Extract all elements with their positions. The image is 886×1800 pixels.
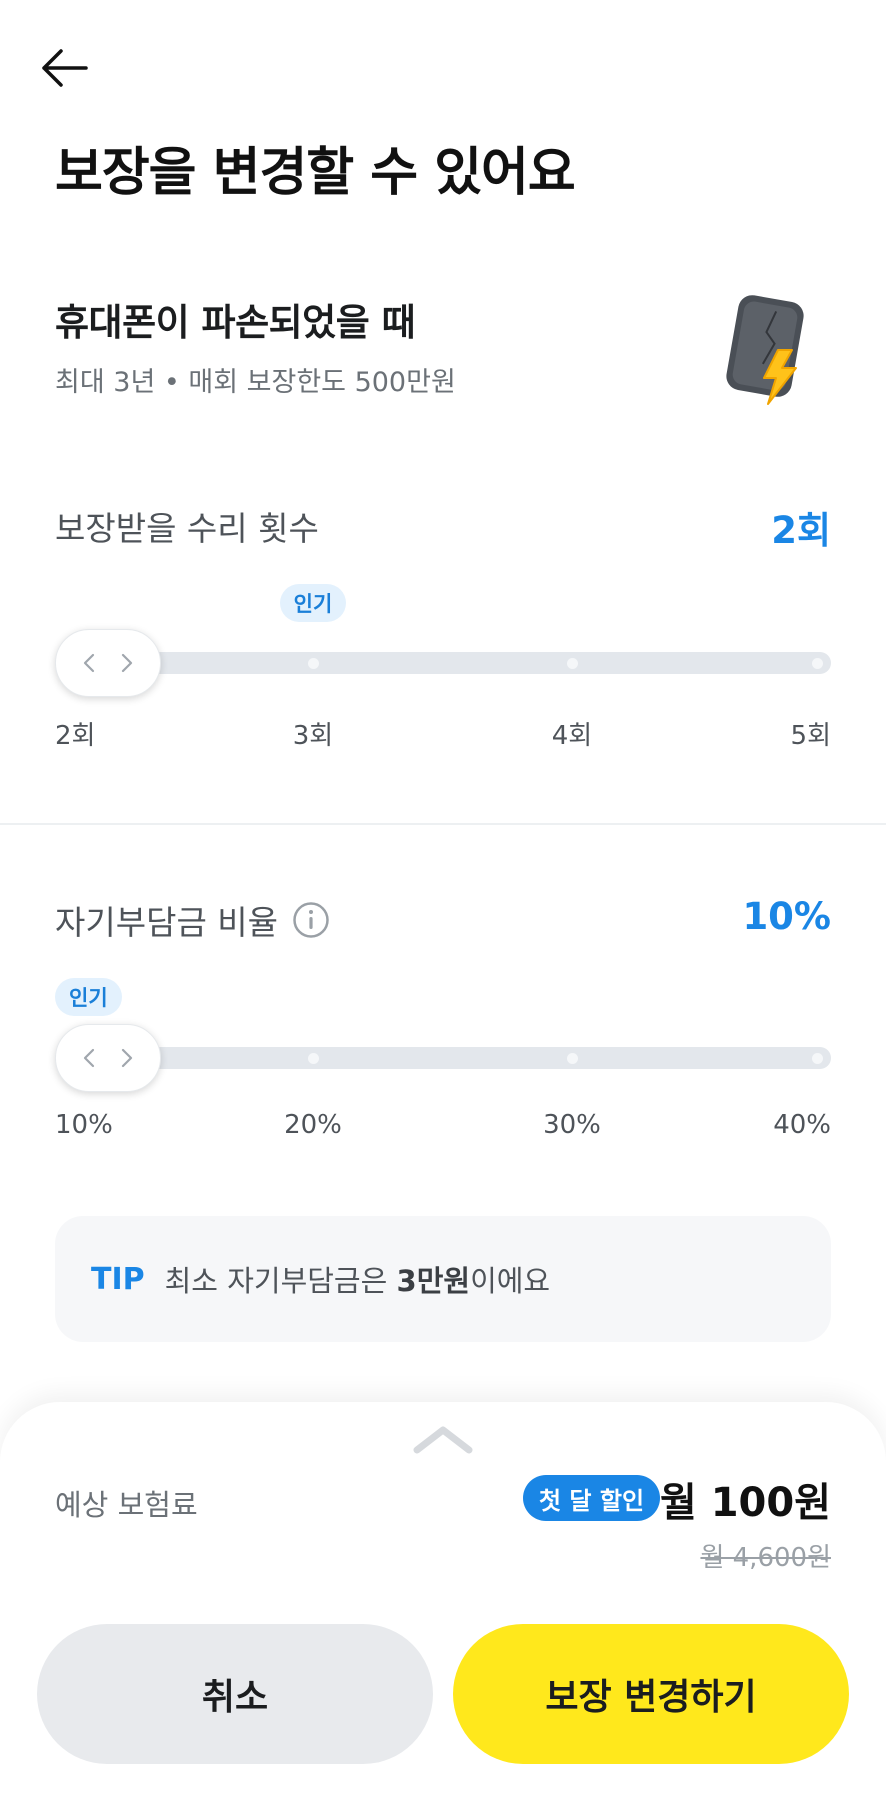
- slider-tick-label[interactable]: 5회: [791, 715, 831, 752]
- deductible-value: 10%: [742, 895, 831, 938]
- discount-badge: 첫 달 할인: [523, 1475, 661, 1521]
- slider-tick-label[interactable]: 2회: [55, 715, 95, 752]
- slider-step-dot: [307, 658, 319, 669]
- tip-tag: TIP: [91, 1261, 145, 1297]
- tip-text-before: 최소 자기부담금은: [164, 1264, 397, 1298]
- coverage-title: 휴대폰이 파손되었을 때: [55, 301, 416, 344]
- slider-tick-label[interactable]: 20%: [284, 1110, 342, 1140]
- page-title: 보장을 변경할 수 있어요: [55, 143, 576, 203]
- repair-count-slider-thumb[interactable]: [55, 629, 161, 697]
- chevron-right-icon: [121, 653, 133, 673]
- sheet-handle[interactable]: [413, 1422, 473, 1458]
- slider-tick-label[interactable]: 3회: [293, 715, 333, 752]
- popular-badge: 인기: [279, 584, 347, 622]
- repair-count-label: 보장받을 수리 횟수: [55, 509, 319, 548]
- slider-step-dot: [811, 658, 823, 669]
- slider-step-dot: [566, 1053, 578, 1064]
- popular-badge: 인기: [55, 978, 122, 1016]
- back-button[interactable]: [36, 40, 92, 96]
- slider-step-dot: [811, 1053, 823, 1064]
- tip-box: TIP 최소 자기부담금은 3만원 이에요: [55, 1216, 831, 1342]
- info-circle-icon[interactable]: [292, 901, 330, 939]
- broken-phone-lightning-icon: [726, 295, 804, 405]
- chevron-left-icon: [83, 1048, 95, 1068]
- cancel-button[interactable]: 취소: [37, 1624, 433, 1764]
- slider-tick-label[interactable]: 4회: [552, 715, 592, 752]
- coverage-subtitle: 최대 3년 • 매회 보장한도 500만원: [55, 367, 456, 398]
- repair-count-slider-track[interactable]: [55, 652, 831, 674]
- slider-step-dot: [307, 1053, 319, 1064]
- premium-label: 예상 보험료: [55, 1488, 198, 1522]
- chevron-left-icon: [83, 653, 95, 673]
- repair-count-value: 2회: [771, 509, 831, 552]
- deductible-label: 자기부담금 비율: [55, 896, 330, 944]
- premium-bottom-sheet: 예상 보험료 첫 달 할인 월 100원 월 4,600원 취소 보장 변경하기: [0, 1402, 886, 1800]
- slider-tick-label[interactable]: 30%: [543, 1110, 601, 1140]
- chevron-right-icon: [121, 1048, 133, 1068]
- chevron-up-icon: [413, 1426, 473, 1454]
- deductible-slider-thumb[interactable]: [55, 1024, 161, 1092]
- premium-price: 월 100원: [659, 1480, 831, 1526]
- slider-step-dot: [566, 658, 578, 669]
- original-price: 월 4,600원: [700, 1543, 831, 1573]
- tip-text-after: 이에요: [470, 1264, 551, 1298]
- arrow-left-icon: [42, 49, 88, 87]
- change-coverage-button[interactable]: 보장 변경하기: [453, 1624, 849, 1764]
- tip-text-bold: 3만원: [396, 1264, 471, 1298]
- slider-tick-label[interactable]: 10%: [55, 1110, 113, 1140]
- deductible-slider-track[interactable]: [55, 1047, 831, 1069]
- section-divider: [0, 823, 886, 825]
- slider-tick-label[interactable]: 40%: [773, 1110, 831, 1140]
